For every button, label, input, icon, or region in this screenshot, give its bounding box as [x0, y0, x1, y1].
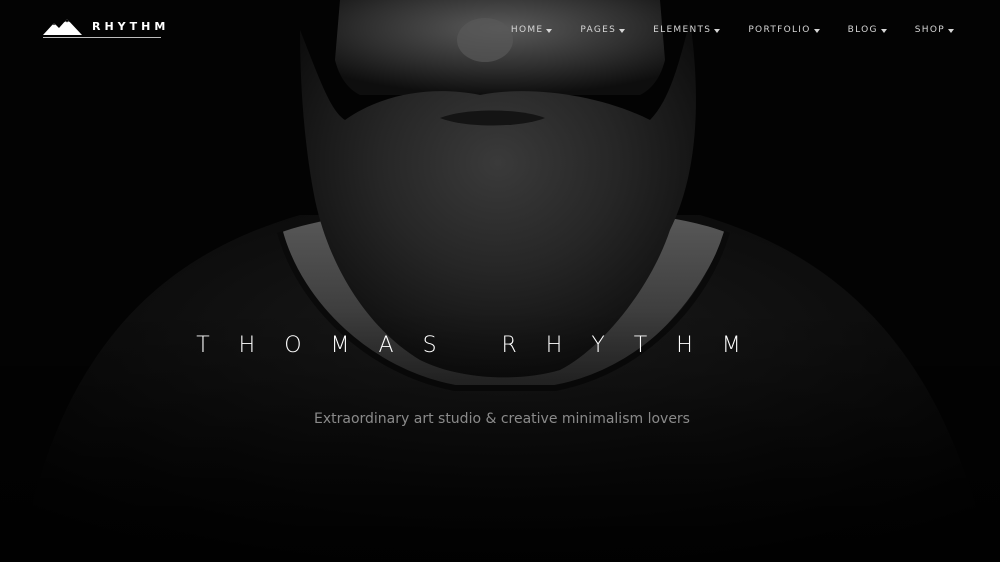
- nav-item-elements[interactable]: ELEMENTS: [653, 24, 721, 36]
- nav-item-blog[interactable]: BLOG: [848, 24, 887, 36]
- caret-down-icon: [948, 28, 954, 33]
- caret-down-icon: [813, 28, 820, 33]
- nav-item-portfolio[interactable]: PORTFOLIO: [748, 24, 820, 36]
- main-navigation: HOME PAGES ELEMENTS PORTFOLIO BLOG SHOP: [483, 24, 954, 36]
- nav-item-label: SHOP: [914, 25, 945, 35]
- mountains-icon: [43, 19, 82, 35]
- caret-down-icon: [546, 28, 553, 33]
- caret-down-icon: [880, 28, 887, 33]
- nav-item-label: PAGES: [580, 25, 617, 35]
- hero-background-image: [0, 0, 1000, 562]
- hero-subtitle: Extraordinary art studio & creative mini…: [314, 411, 690, 427]
- nav-item-label: BLOG: [847, 25, 878, 35]
- caret-down-icon: [619, 28, 626, 33]
- nav-item-home[interactable]: HOME: [511, 24, 553, 36]
- nav-item-shop[interactable]: SHOP: [915, 24, 954, 36]
- top-navbar: RHYTHM HOME PAGES ELEMENTS PORTFOLIO BLO…: [0, 0, 1000, 60]
- nav-item-label: HOME: [510, 25, 544, 35]
- nav-item-pages[interactable]: PAGES: [580, 24, 626, 36]
- hero-title: THOMAS RHYTHM: [196, 333, 770, 358]
- brand-underline: [43, 37, 161, 38]
- hero-section: RHYTHM HOME PAGES ELEMENTS PORTFOLIO BLO…: [0, 0, 1000, 562]
- brand-logo[interactable]: RHYTHM: [43, 16, 169, 38]
- nav-item-label: ELEMENTS: [653, 25, 712, 35]
- caret-down-icon: [714, 28, 721, 33]
- nav-item-label: PORTFOLIO: [748, 25, 811, 35]
- brand-name: RHYTHM: [92, 20, 170, 33]
